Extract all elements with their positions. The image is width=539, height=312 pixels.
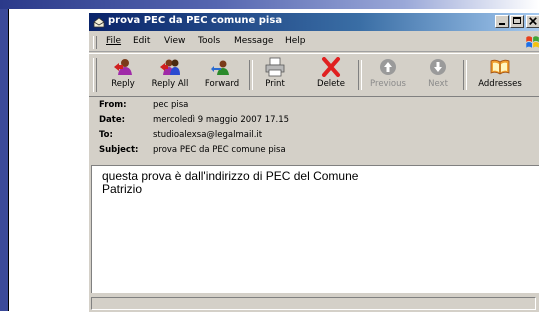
menu-tools-label: Tools — [198, 36, 221, 46]
menu-file[interactable]: File — [106, 36, 121, 46]
from-value: pec pisa — [153, 100, 189, 110]
reply-all-people-icon — [160, 59, 180, 75]
menu-help-label: Help — [285, 36, 306, 46]
menu-view-label: View — [164, 36, 186, 46]
down-arrow-circle-icon — [430, 59, 446, 75]
to-label: To: — [99, 130, 113, 140]
subject-label: Subject: — [99, 145, 139, 155]
date-value: mercoledì 9 maggio 2007 17.15 — [153, 115, 290, 125]
slide-left-bar — [0, 9, 8, 311]
delete-button[interactable]: Delete — [311, 56, 351, 94]
message-header: From: pec pisa Date: mercoledì 9 maggio … — [89, 97, 539, 165]
menu-edit-label: Edit — [133, 36, 151, 46]
close-button[interactable] — [526, 15, 539, 28]
from-label: From: — [99, 100, 127, 110]
subject-value: prova PEC da PEC comune pisa — [153, 145, 286, 155]
forward-people-icon — [211, 60, 229, 75]
menu-file-label: File — [106, 36, 122, 46]
address-book-icon — [490, 59, 510, 75]
menu-message[interactable]: Message — [234, 36, 273, 46]
previous-button[interactable]: Previous — [365, 56, 411, 94]
reply-label: Reply — [111, 79, 135, 89]
windows-flag-icon — [526, 36, 539, 48]
toolbar-separator — [463, 60, 467, 90]
toolbar-separator — [249, 60, 253, 90]
message-body[interactable]: questa prova è dall'indirizzo di PEC del… — [91, 165, 539, 293]
up-arrow-circle-icon — [380, 59, 396, 75]
date-label: Date: — [99, 115, 126, 125]
addresses-label: Addresses — [478, 79, 522, 89]
minimize-button[interactable] — [495, 15, 509, 28]
previous-label: Previous — [370, 79, 406, 89]
title-bar[interactable]: prova PEC da PEC comune pisa — [89, 13, 539, 31]
printer-icon — [265, 57, 285, 77]
reply-people-icon — [114, 59, 132, 75]
menu-edit[interactable]: Edit — [133, 36, 150, 46]
email-window: prova PEC da PEC comune pisa File Edit V… — [88, 12, 539, 312]
menubar-grip[interactable] — [93, 36, 97, 49]
close-icon — [529, 17, 537, 25]
toolbar-separator — [358, 60, 362, 90]
print-label: Print — [265, 79, 285, 89]
maximize-button[interactable] — [510, 15, 524, 28]
message-body-text: questa prova è dall'indirizzo di PEC del… — [102, 169, 359, 196]
window-title: prova PEC da PEC comune pisa — [108, 15, 283, 26]
status-bar — [89, 295, 539, 312]
reply-button[interactable]: Reply — [103, 56, 143, 94]
slide-top-band — [0, 0, 539, 9]
menu-tools[interactable]: Tools — [198, 36, 220, 46]
print-button[interactable]: Print — [257, 56, 293, 94]
next-label: Next — [428, 79, 448, 89]
menu-help[interactable]: Help — [285, 36, 306, 46]
toolbar-grip[interactable] — [93, 58, 97, 92]
menu-message-label: Message — [234, 36, 274, 46]
addresses-button[interactable]: Addresses — [473, 56, 527, 94]
forward-label: Forward — [204, 79, 240, 89]
forward-button[interactable]: Forward — [200, 56, 244, 94]
menu-view[interactable]: View — [164, 36, 185, 46]
slide-left-divider — [8, 9, 9, 311]
reply-all-button[interactable]: Reply All — [147, 56, 193, 94]
toolbar: Reply Reply All Forward Print Delete Pre… — [89, 53, 539, 97]
to-value: studioalexsa@legalmail.it — [153, 130, 263, 140]
next-button[interactable]: Next — [420, 56, 456, 94]
delete-label: Delete — [317, 79, 345, 89]
menu-bar: File Edit View Tools Message Help — [89, 33, 539, 52]
red-x-icon — [322, 57, 340, 77]
reply-all-label: Reply All — [151, 79, 189, 89]
envelope-icon — [93, 17, 105, 28]
status-pane — [91, 297, 536, 310]
